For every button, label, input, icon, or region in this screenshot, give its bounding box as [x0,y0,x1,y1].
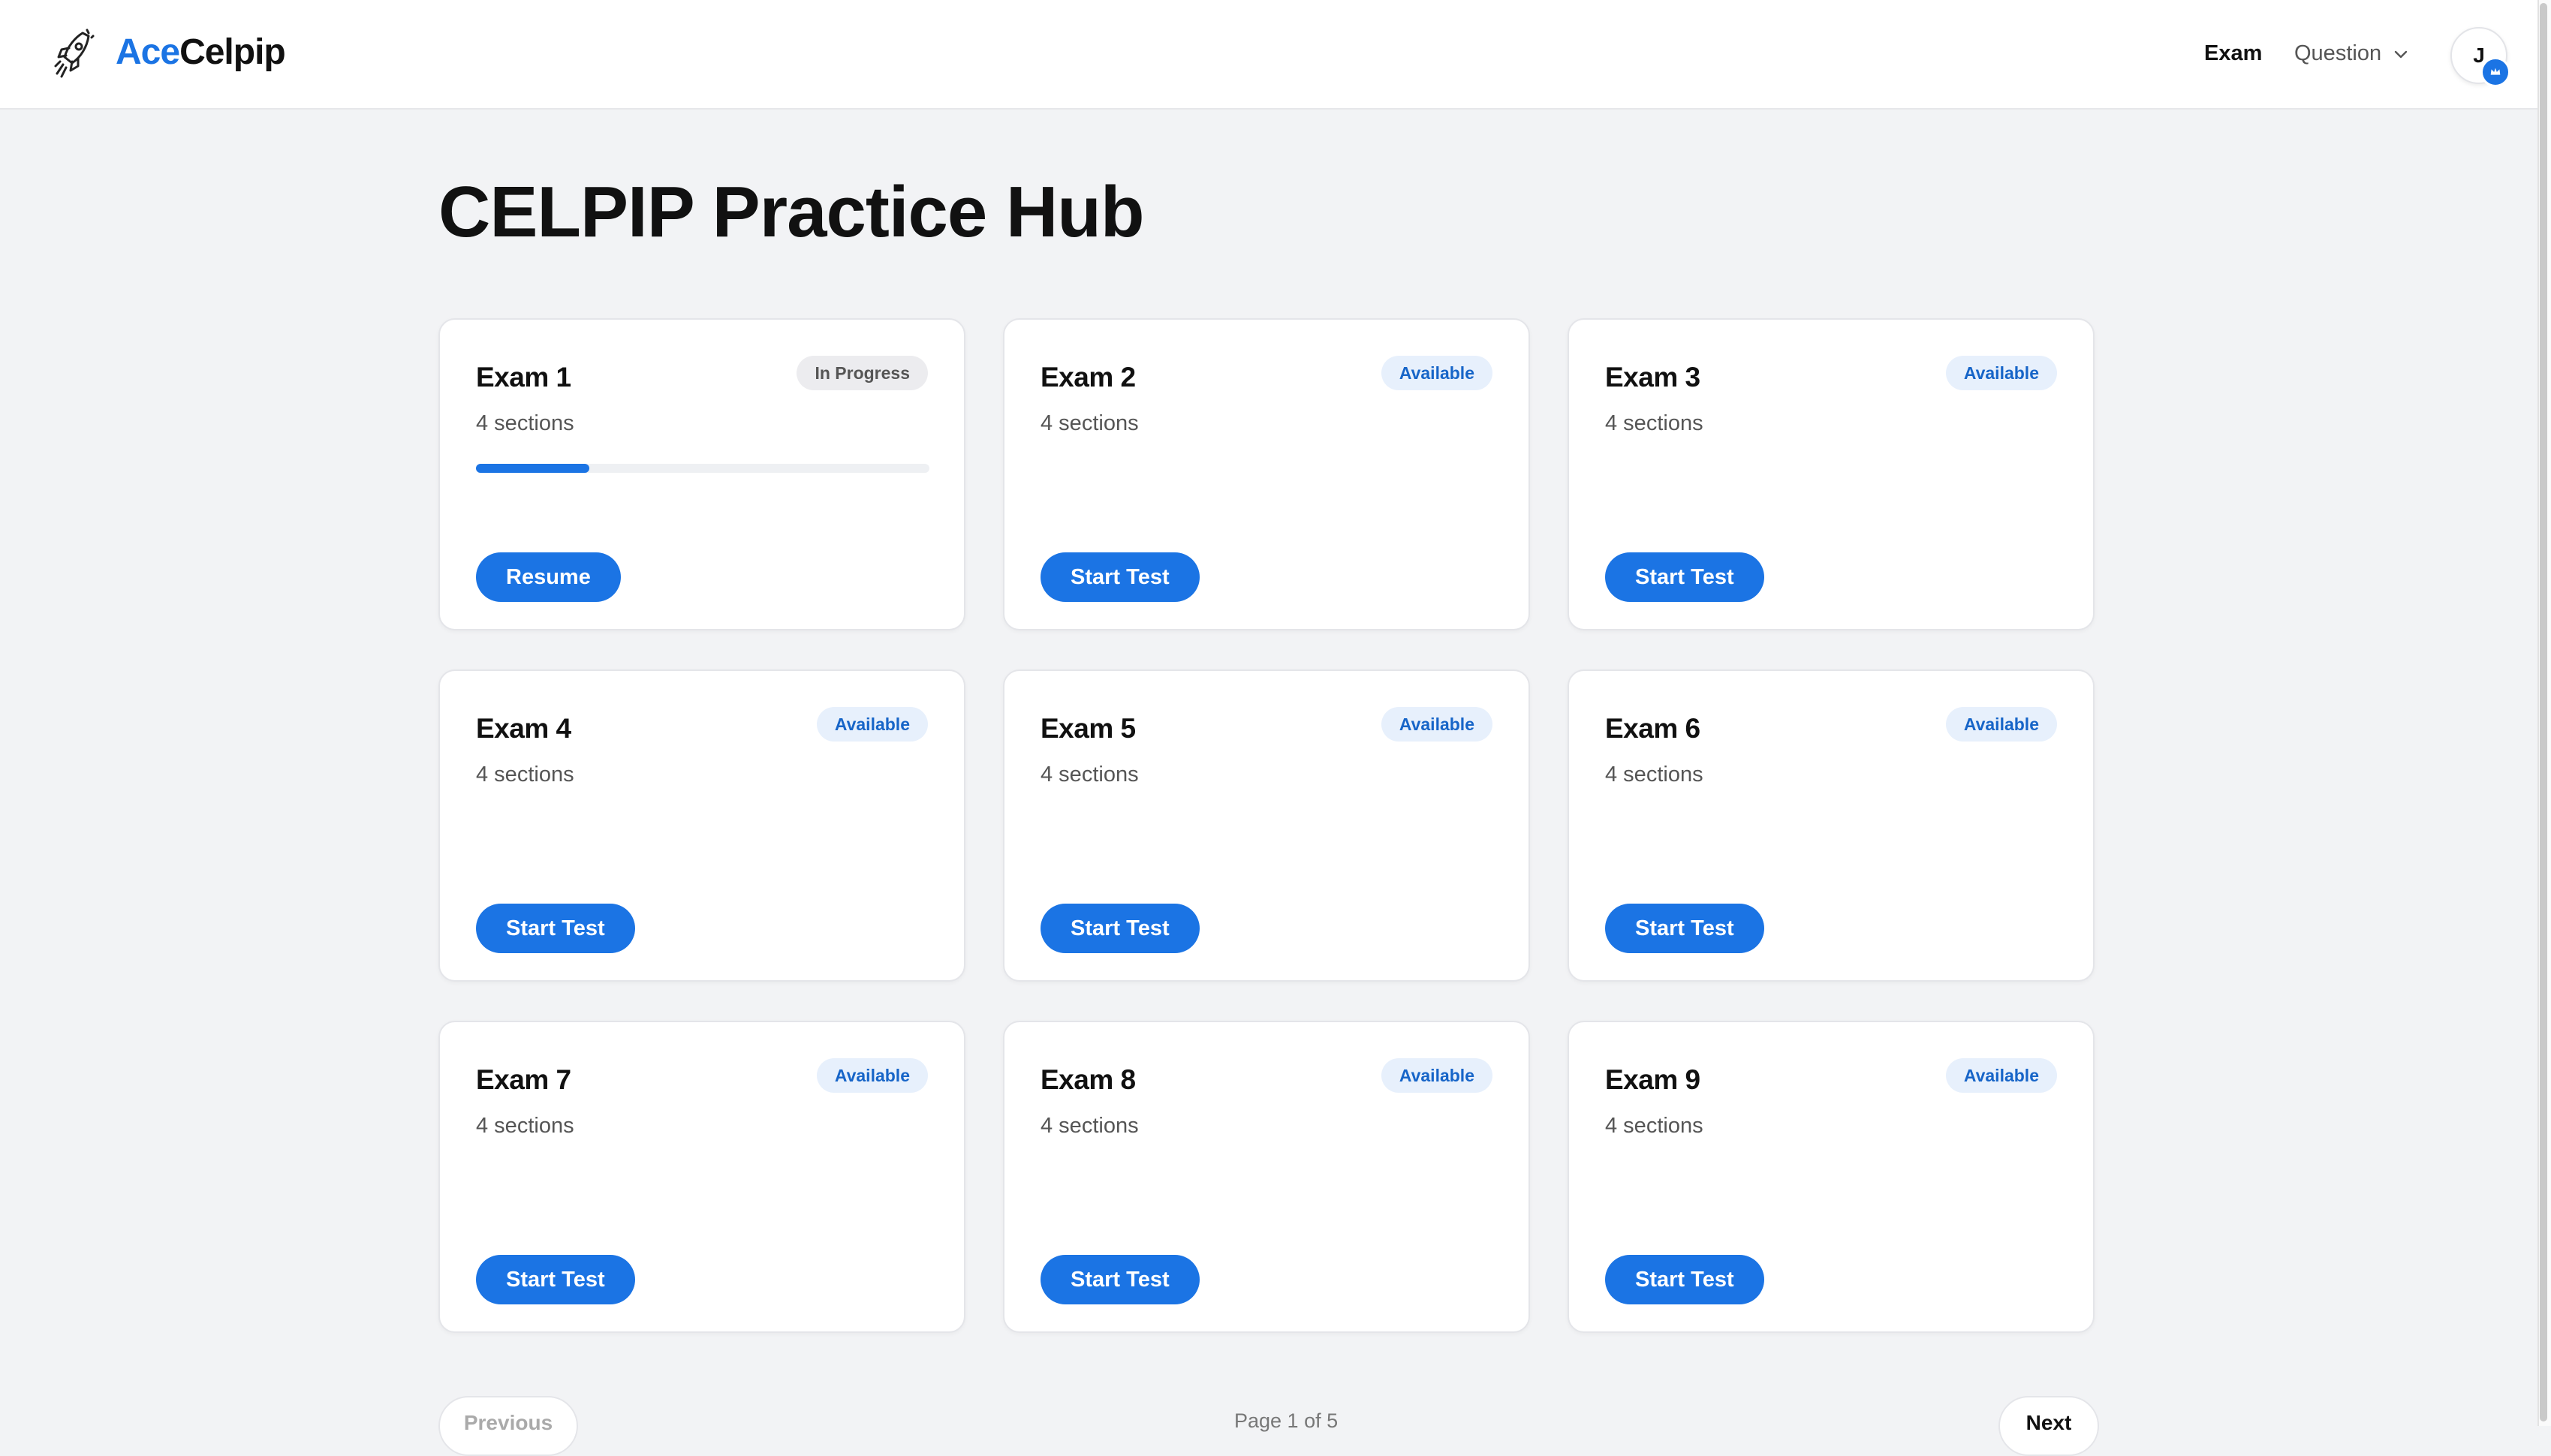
exam-sections: 4 sections [476,411,574,435]
progress-bar [476,464,929,473]
nav-exam-link[interactable]: Exam [2204,41,2262,66]
status-badge: Available [1381,356,1492,390]
exam-title: Exam 3 [1605,362,1700,393]
brand-name-part1: Ace [116,32,180,72]
scrollbar-thumb[interactable] [2540,3,2547,1421]
start-test-button[interactable]: Start Test [1605,552,1764,602]
exam-title: Exam 9 [1605,1064,1700,1095]
page-title: CELPIP Practice Hub [438,172,1145,252]
exam-card: Exam 9 Available 4 sections Start Test [1568,1021,2095,1333]
exam-title: Exam 8 [1041,1064,1136,1095]
exam-sections: 4 sections [1605,411,1703,435]
exam-sections: 4 sections [1605,763,1703,787]
exam-card: Exam 2 Available 4 sections Start Test [1003,318,1530,630]
exam-title: Exam 5 [1041,713,1136,744]
exam-card: Exam 1 In Progress 4 sections Resume [438,318,965,630]
start-test-button[interactable]: Start Test [1041,1255,1200,1304]
exam-card: Exam 6 Available 4 sections Start Test [1568,669,2095,982]
previous-page-button[interactable]: Previous [438,1396,578,1456]
status-badge: Available [1381,1058,1492,1093]
exam-card: Exam 3 Available 4 sections Start Test [1568,318,2095,630]
exam-card: Exam 5 Available 4 sections Start Test [1003,669,1530,982]
status-badge: Available [1381,707,1492,742]
chevron-down-icon [2394,50,2408,58]
rocket-icon[interactable] [53,27,95,81]
brand-name-part2: Celpip [179,32,286,72]
crown-icon [2480,57,2510,87]
exam-card: Exam 8 Available 4 sections Start Test [1003,1021,1530,1333]
exam-card: Exam 7 Available 4 sections Start Test [438,1021,965,1333]
top-navbar: AceCelpip Exam Question [0,0,2537,110]
status-badge: Available [1945,707,2057,742]
exam-title: Exam 4 [476,713,571,744]
page-indicator: Page 1 of 5 [1234,1409,1339,1432]
exam-title: Exam 2 [1041,362,1136,393]
exam-title: Exam 7 [476,1064,571,1095]
start-test-button[interactable]: Start Test [1041,904,1200,953]
start-test-button[interactable]: Start Test [1041,552,1200,602]
start-test-button[interactable]: Start Test [476,904,635,953]
progress-bar-fill [476,464,589,473]
exam-title: Exam 6 [1605,713,1700,744]
exam-card: Exam 4 Available 4 sections Start Test [438,669,965,982]
status-badge: Available [1945,356,2057,390]
start-test-button[interactable]: Start Test [1605,1255,1764,1304]
status-badge: Available [1945,1058,2057,1093]
start-test-button[interactable]: Start Test [1605,904,1764,953]
next-page-button[interactable]: Next [1998,1396,2099,1456]
status-badge: Available [816,707,928,742]
exam-sections: 4 sections [1041,411,1139,435]
exam-title: Exam 1 [476,362,571,393]
exam-sections: 4 sections [476,763,574,787]
exam-sections: 4 sections [1605,1114,1703,1138]
start-test-button[interactable]: Start Test [476,1255,635,1304]
exam-sections: 4 sections [1041,1114,1139,1138]
exam-sections: 4 sections [1041,763,1139,787]
status-badge: In Progress [797,356,928,390]
nav-question-label: Question [2294,41,2382,65]
brand-name[interactable]: AceCelpip [116,32,286,73]
resume-button[interactable]: Resume [476,552,621,602]
status-badge: Available [816,1058,928,1093]
nav-question-dropdown[interactable]: Question [2294,41,2410,66]
exam-sections: 4 sections [476,1114,574,1138]
